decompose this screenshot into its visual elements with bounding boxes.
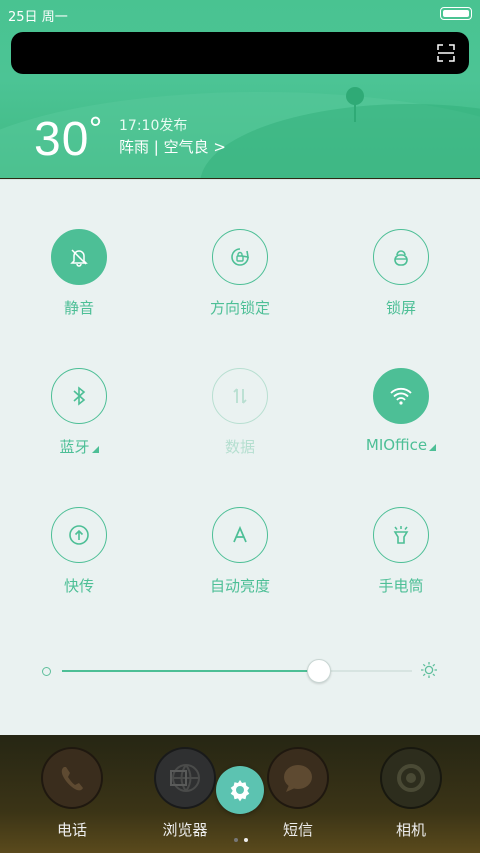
- status-bar: 25日 周一: [8, 6, 68, 25]
- tile-label-text: 蓝牙: [59, 438, 90, 456]
- tile-flashlight[interactable]: 手电筒: [341, 507, 461, 596]
- tile-label: 自动亮度: [209, 577, 270, 595]
- tile-label: 数据: [224, 438, 255, 456]
- status-date: 25日: [8, 10, 38, 25]
- tile-rotation-lock[interactable]: 方向锁定: [180, 229, 300, 318]
- tile-label: MIOffice: [341, 436, 461, 454]
- auto-brightness-icon[interactable]: [212, 507, 268, 563]
- tile-quick-transfer[interactable]: 快传: [19, 507, 139, 596]
- tile-label-text: MIOffice: [365, 436, 428, 454]
- brightness-low-icon: [42, 667, 51, 676]
- weather-publish-time: 17:10发布: [119, 118, 188, 134]
- tile-mobile-data[interactable]: 数据: [180, 368, 300, 457]
- tile-wifi[interactable]: MIOffice: [341, 368, 461, 454]
- upload-icon[interactable]: [51, 507, 107, 563]
- dropdown-triangle-icon: [91, 446, 99, 453]
- tree-icon: [346, 87, 364, 122]
- status-weekday: 周一: [41, 10, 68, 25]
- weather-description[interactable]: 阵雨 | 空气良 >: [119, 136, 226, 157]
- weather-header: 25日 周一 30 ° 17:10发布 阵雨 | 空气良 >: [0, 0, 480, 178]
- page-dot: [234, 838, 238, 842]
- page-dot-active: [244, 838, 248, 842]
- brightness-slider-fill: [62, 670, 318, 672]
- search-bar[interactable]: [11, 32, 469, 74]
- settings-button[interactable]: [216, 766, 264, 814]
- tile-label: 锁屏: [385, 299, 416, 317]
- phone-icon[interactable]: [41, 747, 103, 809]
- app-name: 短信: [282, 821, 313, 839]
- browser-icon[interactable]: [154, 747, 216, 809]
- wifi-icon[interactable]: [373, 368, 429, 424]
- mobile-data-icon[interactable]: [212, 368, 268, 424]
- tile-label: 方向锁定: [209, 299, 270, 317]
- tile-lock-screen[interactable]: 锁屏: [341, 229, 461, 318]
- degree-symbol: °: [88, 112, 103, 147]
- lock-icon[interactable]: [373, 229, 429, 285]
- tile-label: 快传: [63, 577, 94, 595]
- battery-icon: [440, 7, 472, 20]
- bluetooth-icon[interactable]: [51, 368, 107, 424]
- app-name: 相机: [395, 821, 426, 839]
- tile-label: 静音: [63, 299, 94, 317]
- message-icon[interactable]: [267, 747, 329, 809]
- temperature[interactable]: 30: [34, 112, 89, 167]
- page-indicator: [231, 827, 251, 846]
- gear-icon[interactable]: [228, 778, 252, 802]
- bell-off-icon[interactable]: [51, 229, 107, 285]
- tile-label: 蓝牙: [19, 436, 139, 457]
- quick-settings-panel: 静音 方向锁定 锁屏 蓝牙 数据 MIOffice 快传 自动亮度 手电筒: [0, 179, 480, 735]
- app-phone[interactable]: 电话: [17, 747, 127, 840]
- tile-label: 手电筒: [378, 577, 424, 595]
- brightness-slider[interactable]: [62, 659, 412, 683]
- flashlight-icon[interactable]: [373, 507, 429, 563]
- tile-bluetooth[interactable]: 蓝牙: [19, 368, 139, 457]
- brightness-high-icon: [421, 662, 437, 678]
- app-name: 浏览器: [162, 821, 208, 839]
- rotation-lock-icon[interactable]: [212, 229, 268, 285]
- tile-mute[interactable]: 静音: [19, 229, 139, 318]
- app-name: 电话: [56, 821, 87, 839]
- brightness-slider-thumb[interactable]: [306, 659, 331, 683]
- app-camera[interactable]: 相机: [356, 747, 466, 840]
- tile-auto-brightness[interactable]: 自动亮度: [180, 507, 300, 596]
- scan-icon[interactable]: [437, 44, 455, 62]
- dropdown-triangle-icon: [429, 444, 437, 451]
- camera-icon[interactable]: [380, 747, 442, 809]
